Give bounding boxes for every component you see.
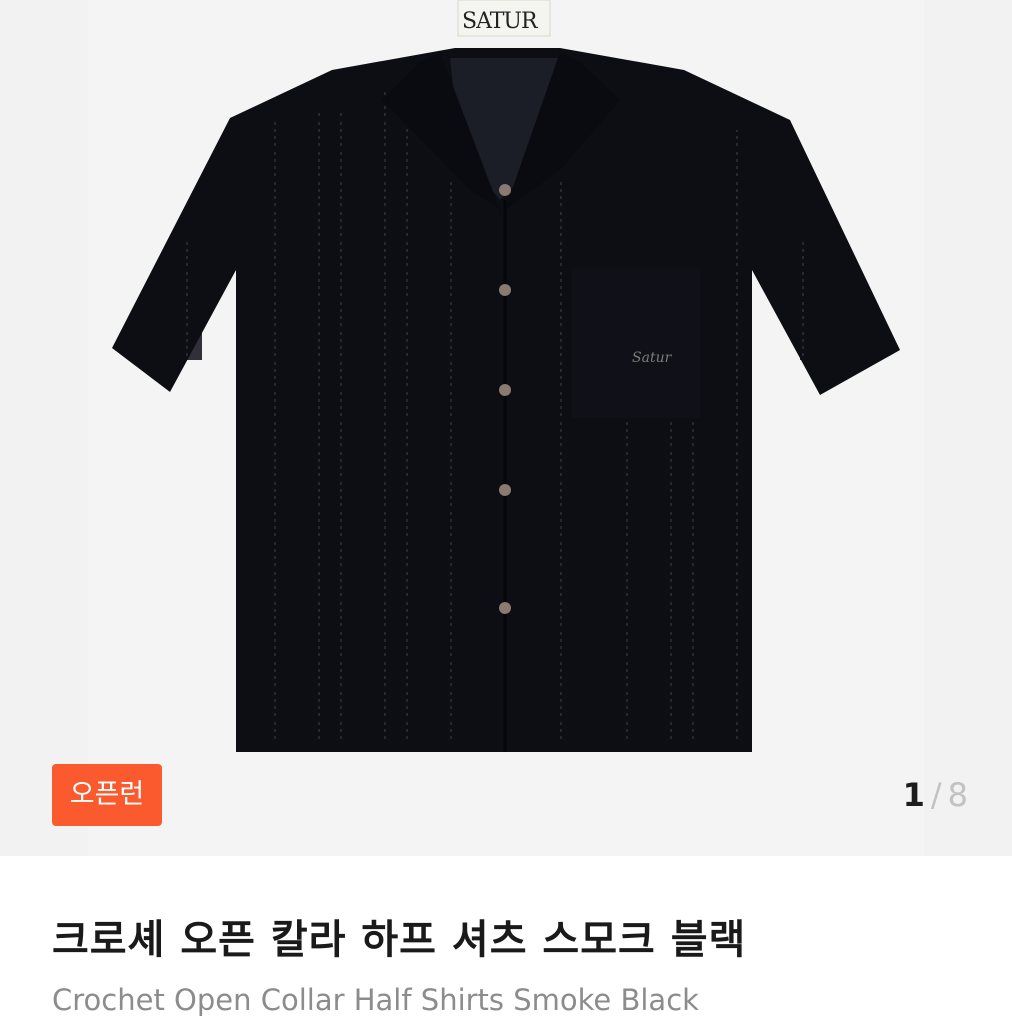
- product-image-gallery[interactable]: Satur SATUR 오픈런 1/8: [0, 0, 1012, 856]
- open-run-badge: 오픈런: [52, 764, 162, 826]
- image-counter: 1/8: [903, 772, 968, 818]
- image-counter-current: 1: [902, 776, 925, 814]
- image-counter-separator: /: [930, 776, 942, 814]
- product-title: 크로셰 오픈 칼라 하프 셔츠 스모크 블랙: [52, 917, 747, 963]
- product-subtitle: Crochet Open Collar Half Shirts Smoke Bl…: [52, 983, 699, 1017]
- shirt-pocket: [572, 268, 700, 418]
- image-counter-total: 8: [947, 776, 968, 814]
- product-photo[interactable]: Satur SATUR: [0, 0, 1012, 856]
- brand-label-text: SATUR: [462, 9, 539, 34]
- embroidery-text: Satur: [632, 350, 673, 366]
